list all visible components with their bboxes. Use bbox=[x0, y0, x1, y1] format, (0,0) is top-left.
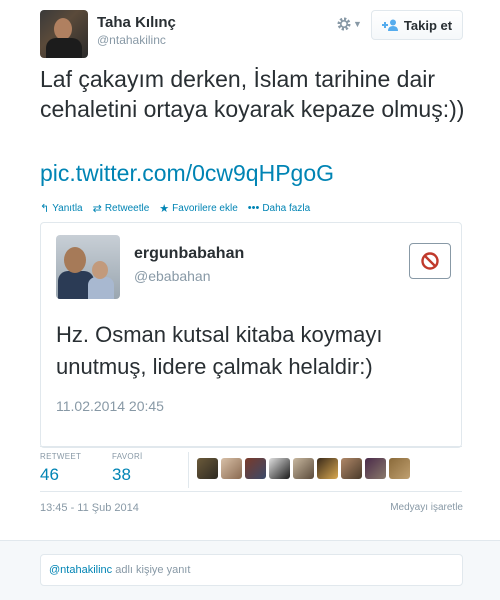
chevron-down-icon: ▼ bbox=[353, 18, 362, 29]
flag-media-link[interactable]: Medyayı işaretle bbox=[390, 502, 463, 513]
follow-person-icon bbox=[381, 19, 398, 31]
tweet-timestamp[interactable]: 13:45 - 11 Şub 2014 bbox=[40, 502, 139, 514]
avatar[interactable] bbox=[197, 458, 218, 479]
favoriters-avatars bbox=[197, 458, 410, 479]
tweet-actions: ↰ Yanıtla ⇄ Retweetle ★ Favorilere ekle … bbox=[40, 200, 310, 216]
more-action[interactable]: ••• Daha fazla bbox=[248, 202, 310, 214]
tweet-media-link[interactable]: pic.twitter.com/0cw9qHPgoG bbox=[40, 158, 334, 188]
tweet-stats: RETWEET 46 FAVORİ 38 bbox=[40, 452, 462, 490]
retweet-icon: ⇄ bbox=[92, 202, 102, 215]
tweet-text: Laf çakayım derken, İslam tarihine dair … bbox=[40, 66, 465, 122]
divider bbox=[188, 452, 189, 488]
retweet-count: 46 bbox=[40, 465, 59, 484]
avatar[interactable] bbox=[245, 458, 266, 479]
favorite-stat-label: FAVORİ bbox=[112, 452, 143, 461]
gear-icon bbox=[337, 17, 351, 31]
more-label: Daha fazla bbox=[262, 202, 311, 214]
block-icon bbox=[421, 252, 439, 270]
quoted-tweet-date: 11.02.2014 20:45 bbox=[56, 398, 164, 414]
favorite-label: Favorilere ekle bbox=[172, 202, 238, 214]
divider bbox=[40, 491, 462, 492]
retweet-stat[interactable]: RETWEET 46 bbox=[40, 452, 81, 485]
reply-input[interactable]: @ntahakilinc adlı kişiye yanıt bbox=[40, 554, 463, 586]
quoted-tweet-text: Hz. Osman kutsal kitaba koymayı unutmuş,… bbox=[56, 322, 383, 379]
favorite-action[interactable]: ★ Favorilere ekle bbox=[159, 202, 237, 215]
author-avatar[interactable] bbox=[40, 10, 88, 58]
avatar[interactable] bbox=[341, 458, 362, 479]
avatar[interactable] bbox=[317, 458, 338, 479]
retweet-action[interactable]: ⇄ Retweetle bbox=[93, 202, 150, 215]
block-button[interactable] bbox=[409, 243, 451, 279]
favorite-count: 38 bbox=[112, 465, 131, 484]
reply-placeholder: adlı kişiye yanıt bbox=[115, 564, 191, 576]
star-icon: ★ bbox=[159, 202, 170, 215]
quoted-tweet-card[interactable]: ergunbabahan @ebabahan Hz. Osman kutsal … bbox=[40, 222, 462, 448]
author-display-name[interactable]: Taha Kılınç bbox=[97, 14, 176, 31]
quoted-author-display-name[interactable]: ergunbabahan bbox=[134, 245, 244, 263]
gear-menu-button[interactable]: ▼ bbox=[336, 13, 366, 33]
avatar[interactable] bbox=[389, 458, 410, 479]
follow-button-label: Takip et bbox=[403, 17, 453, 33]
quoted-author-avatar[interactable] bbox=[56, 235, 120, 299]
divider bbox=[40, 446, 462, 447]
author-screen-name[interactable]: @ntahakilinc bbox=[97, 33, 166, 47]
retweet-stat-label: RETWEET bbox=[40, 452, 82, 461]
avatar[interactable] bbox=[365, 458, 386, 479]
reply-area: @ntahakilinc adlı kişiye yanıt bbox=[0, 540, 500, 600]
retweet-label: Retweetle bbox=[104, 202, 150, 214]
follow-button[interactable]: Takip et bbox=[371, 10, 463, 40]
avatar[interactable] bbox=[293, 458, 314, 479]
more-icon: ••• bbox=[247, 202, 260, 214]
tweet-header: Taha Kılınç @ntahakilinc ▼ Takip et bbox=[0, 0, 500, 60]
avatar[interactable] bbox=[269, 458, 290, 479]
quoted-author-screen-name[interactable]: @ebabahan bbox=[134, 268, 211, 284]
reply-icon: ↰ bbox=[40, 202, 50, 215]
favorite-stat[interactable]: FAVORİ 38 bbox=[112, 452, 143, 485]
reply-action[interactable]: ↰ Yanıtla bbox=[40, 202, 83, 215]
avatar[interactable] bbox=[221, 458, 242, 479]
reply-label: Yanıtla bbox=[52, 202, 83, 214]
reply-mention: @ntahakilinc bbox=[49, 564, 113, 576]
